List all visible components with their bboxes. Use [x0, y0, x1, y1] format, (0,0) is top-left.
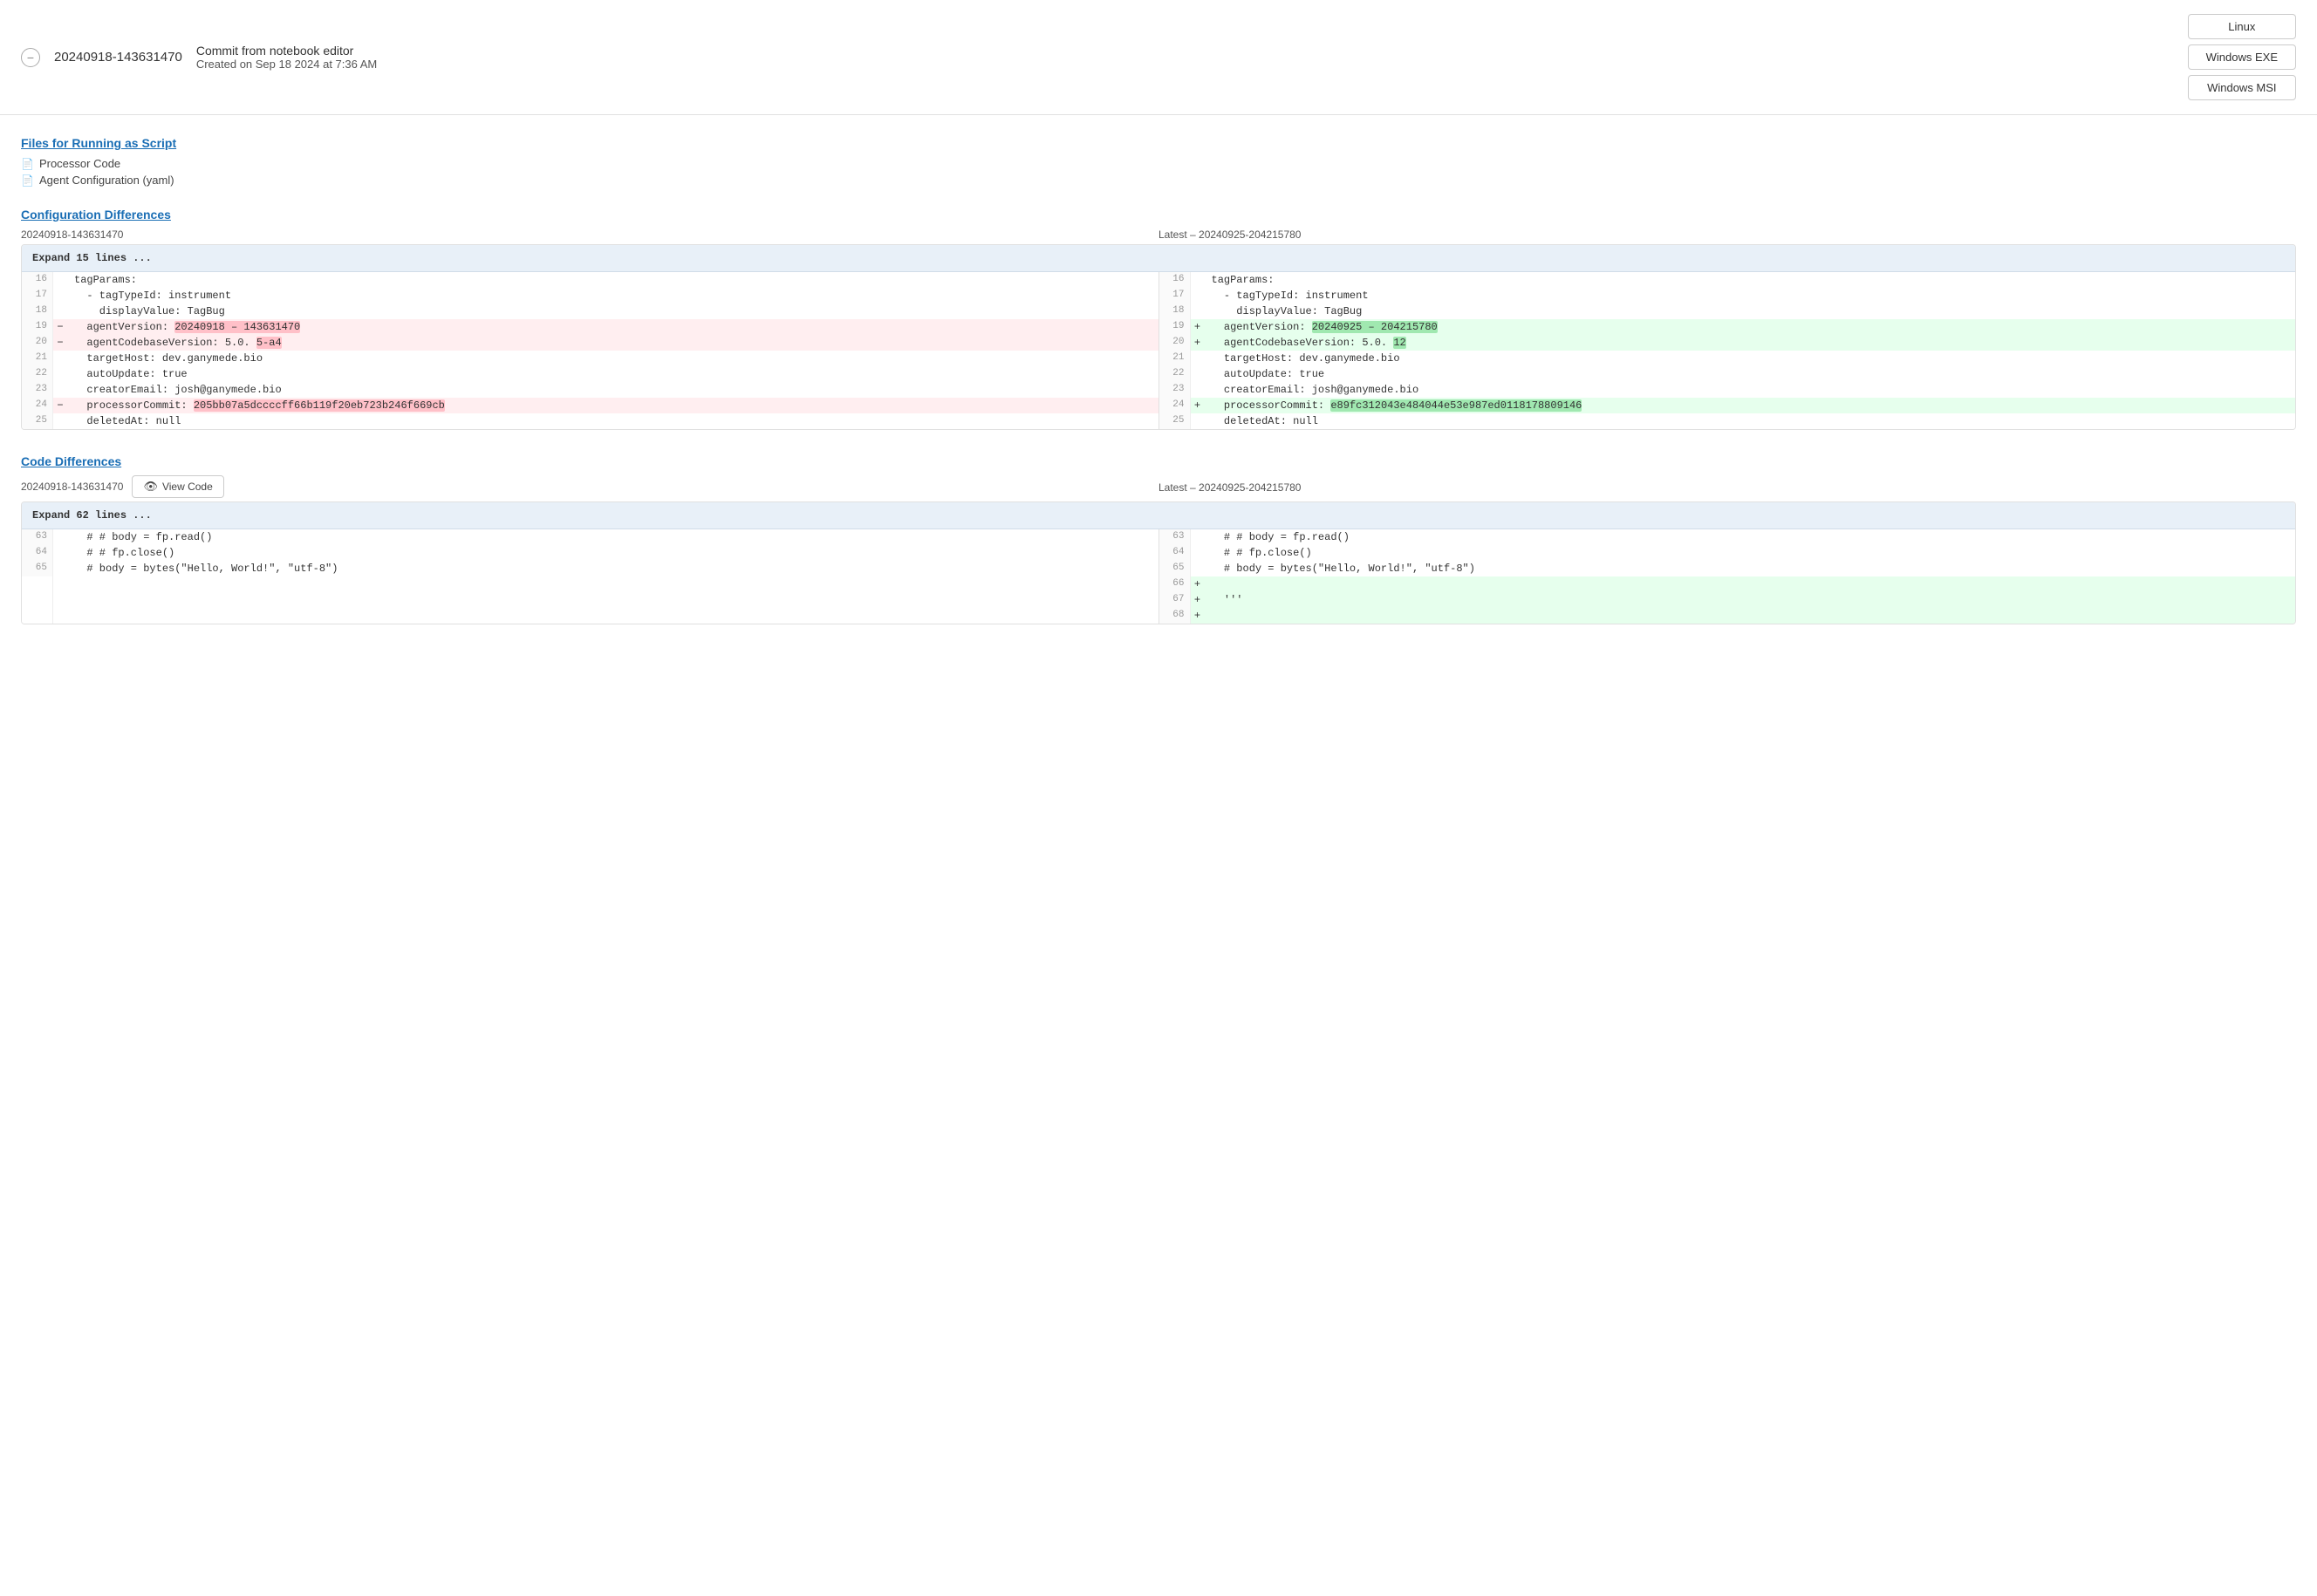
code-right-63: 63 # # body = fp.read(): [1159, 529, 2296, 545]
config-left-22: 22 autoUpdate: true: [22, 366, 1159, 382]
collapse-icon[interactable]: −: [21, 48, 40, 67]
config-row-25: 25 deletedAt: null 25 deletedAt: null: [22, 413, 2295, 429]
config-right-16: 16 tagParams:: [1159, 272, 2296, 288]
code-row-67: 67 + ''': [22, 592, 2295, 608]
config-left-21: 21 targetHost: dev.ganymede.bio: [22, 351, 1159, 366]
code-right-label: Latest – 20240925-204215780: [1158, 481, 1301, 494]
config-right-21: 21 targetHost: dev.ganymede.bio: [1159, 351, 2296, 366]
code-left-66-empty: [22, 576, 1159, 592]
code-diff-container: Expand 62 lines ... 63 # # body = fp.rea…: [21, 501, 2296, 624]
code-left-65: 65 # body = bytes("Hello, World!", "utf-…: [22, 561, 1159, 576]
code-diff-title[interactable]: Code Differences: [21, 454, 2296, 468]
file-icon-processor: 📄: [21, 158, 34, 170]
config-right-19: 19 + agentVersion: 20240925 – 204215780: [1159, 319, 2296, 335]
config-expand-row[interactable]: Expand 15 lines ...: [22, 245, 2295, 272]
config-row-24: 24 − processorCommit: 205bb07a5dccccff66…: [22, 398, 2295, 413]
config-row-17: 17 - tagTypeId: instrument 17 - tagTypeI…: [22, 288, 2295, 304]
code-row-65: 65 # body = bytes("Hello, World!", "utf-…: [22, 561, 2295, 576]
code-left-68-empty: [22, 608, 1159, 624]
code-diff-header-row: 20240918-143631470 👁 View Code Latest – …: [21, 475, 2296, 498]
windows-exe-button[interactable]: Windows EXE: [2188, 44, 2296, 70]
config-diff-title[interactable]: Configuration Differences: [21, 208, 2296, 222]
eye-icon: 👁: [143, 480, 158, 494]
view-code-button[interactable]: 👁 View Code: [132, 475, 223, 498]
code-left-64: 64 # # fp.close(): [22, 545, 1159, 561]
config-left-19: 19 − agentVersion: 20240918 – 143631470: [22, 319, 1159, 335]
platform-buttons: Linux Windows EXE Windows MSI: [2188, 14, 2296, 100]
config-right-17: 17 - tagTypeId: instrument: [1159, 288, 2296, 304]
code-right-67: 67 + ''': [1159, 592, 2296, 608]
files-section-title[interactable]: Files for Running as Script: [21, 136, 2296, 150]
config-left-23: 23 creatorEmail: josh@ganymede.bio: [22, 382, 1159, 398]
code-row-68: 68 +: [22, 608, 2295, 624]
header: − 20240918-143631470 Commit from noteboo…: [0, 0, 2317, 115]
config-left-18: 18 displayValue: TagBug: [22, 304, 1159, 319]
file-item-agent-config: 📄 Agent Configuration (yaml): [21, 174, 2296, 187]
code-expand-row[interactable]: Expand 62 lines ...: [22, 502, 2295, 529]
config-diff-container: Expand 15 lines ... 16 tagParams: 16 tag…: [21, 244, 2296, 430]
windows-msi-button[interactable]: Windows MSI: [2188, 75, 2296, 100]
config-row-23: 23 creatorEmail: josh@ganymede.bio 23 cr…: [22, 382, 2295, 398]
header-left: − 20240918-143631470 Commit from noteboo…: [21, 44, 377, 71]
main-content: Files for Running as Script 📄 Processor …: [0, 115, 2317, 624]
config-row-20: 20 − agentCodebaseVersion: 5.0. 5-a4 20 …: [22, 335, 2295, 351]
config-left-label: 20240918-143631470: [21, 228, 1158, 241]
config-diff-section: Configuration Differences 20240918-14363…: [21, 208, 2296, 430]
commit-id-label: 20240918-143631470: [54, 50, 182, 65]
config-row-21: 21 targetHost: dev.ganymede.bio 21 targe…: [22, 351, 2295, 366]
config-right-label: Latest – 20240925-204215780: [1158, 228, 2296, 241]
code-left-67-empty: [22, 592, 1159, 608]
config-right-18: 18 displayValue: TagBug: [1159, 304, 2296, 319]
code-row-64: 64 # # fp.close() 64 # # fp.close(): [22, 545, 2295, 561]
config-row-19: 19 − agentVersion: 20240918 – 143631470 …: [22, 319, 2295, 335]
config-right-22: 22 autoUpdate: true: [1159, 366, 2296, 382]
files-section: Files for Running as Script 📄 Processor …: [21, 136, 2296, 187]
file-item-processor: 📄 Processor Code: [21, 157, 2296, 170]
config-right-25: 25 deletedAt: null: [1159, 413, 2296, 429]
code-right-64: 64 # # fp.close(): [1159, 545, 2296, 561]
code-diff-section: Code Differences 20240918-143631470 👁 Vi…: [21, 454, 2296, 624]
code-row-63: 63 # # body = fp.read() 63 # # body = fp…: [22, 529, 2295, 545]
code-left-63: 63 # # body = fp.read(): [22, 529, 1159, 545]
config-right-24: 24 + processorCommit: e89fc312043e484044…: [1159, 398, 2296, 413]
linux-button[interactable]: Linux: [2188, 14, 2296, 39]
config-row-18: 18 displayValue: TagBug 18 displayValue:…: [22, 304, 2295, 319]
config-diff-headers: 20240918-143631470 Latest – 20240925-204…: [21, 228, 2296, 241]
config-left-25: 25 deletedAt: null: [22, 413, 1159, 429]
code-right-66: 66 +: [1159, 576, 2296, 592]
config-row-16: 16 tagParams: 16 tagParams:: [22, 272, 2295, 288]
commit-info: Commit from notebook editor Created on S…: [196, 44, 377, 71]
code-right-65: 65 # body = bytes("Hello, World!", "utf-…: [1159, 561, 2296, 576]
config-right-20: 20 + agentCodebaseVersion: 5.0. 12: [1159, 335, 2296, 351]
config-left-20: 20 − agentCodebaseVersion: 5.0. 5-a4: [22, 335, 1159, 351]
code-row-66: 66 +: [22, 576, 2295, 592]
config-left-24: 24 − processorCommit: 205bb07a5dccccff66…: [22, 398, 1159, 413]
code-left-label: 20240918-143631470: [21, 481, 123, 493]
config-left-17: 17 - tagTypeId: instrument: [22, 288, 1159, 304]
config-row-22: 22 autoUpdate: true 22 autoUpdate: true: [22, 366, 2295, 382]
config-right-23: 23 creatorEmail: josh@ganymede.bio: [1159, 382, 2296, 398]
code-right-68: 68 +: [1159, 608, 2296, 624]
file-icon-agent-config: 📄: [21, 174, 34, 187]
config-left-16: 16 tagParams:: [22, 272, 1159, 288]
